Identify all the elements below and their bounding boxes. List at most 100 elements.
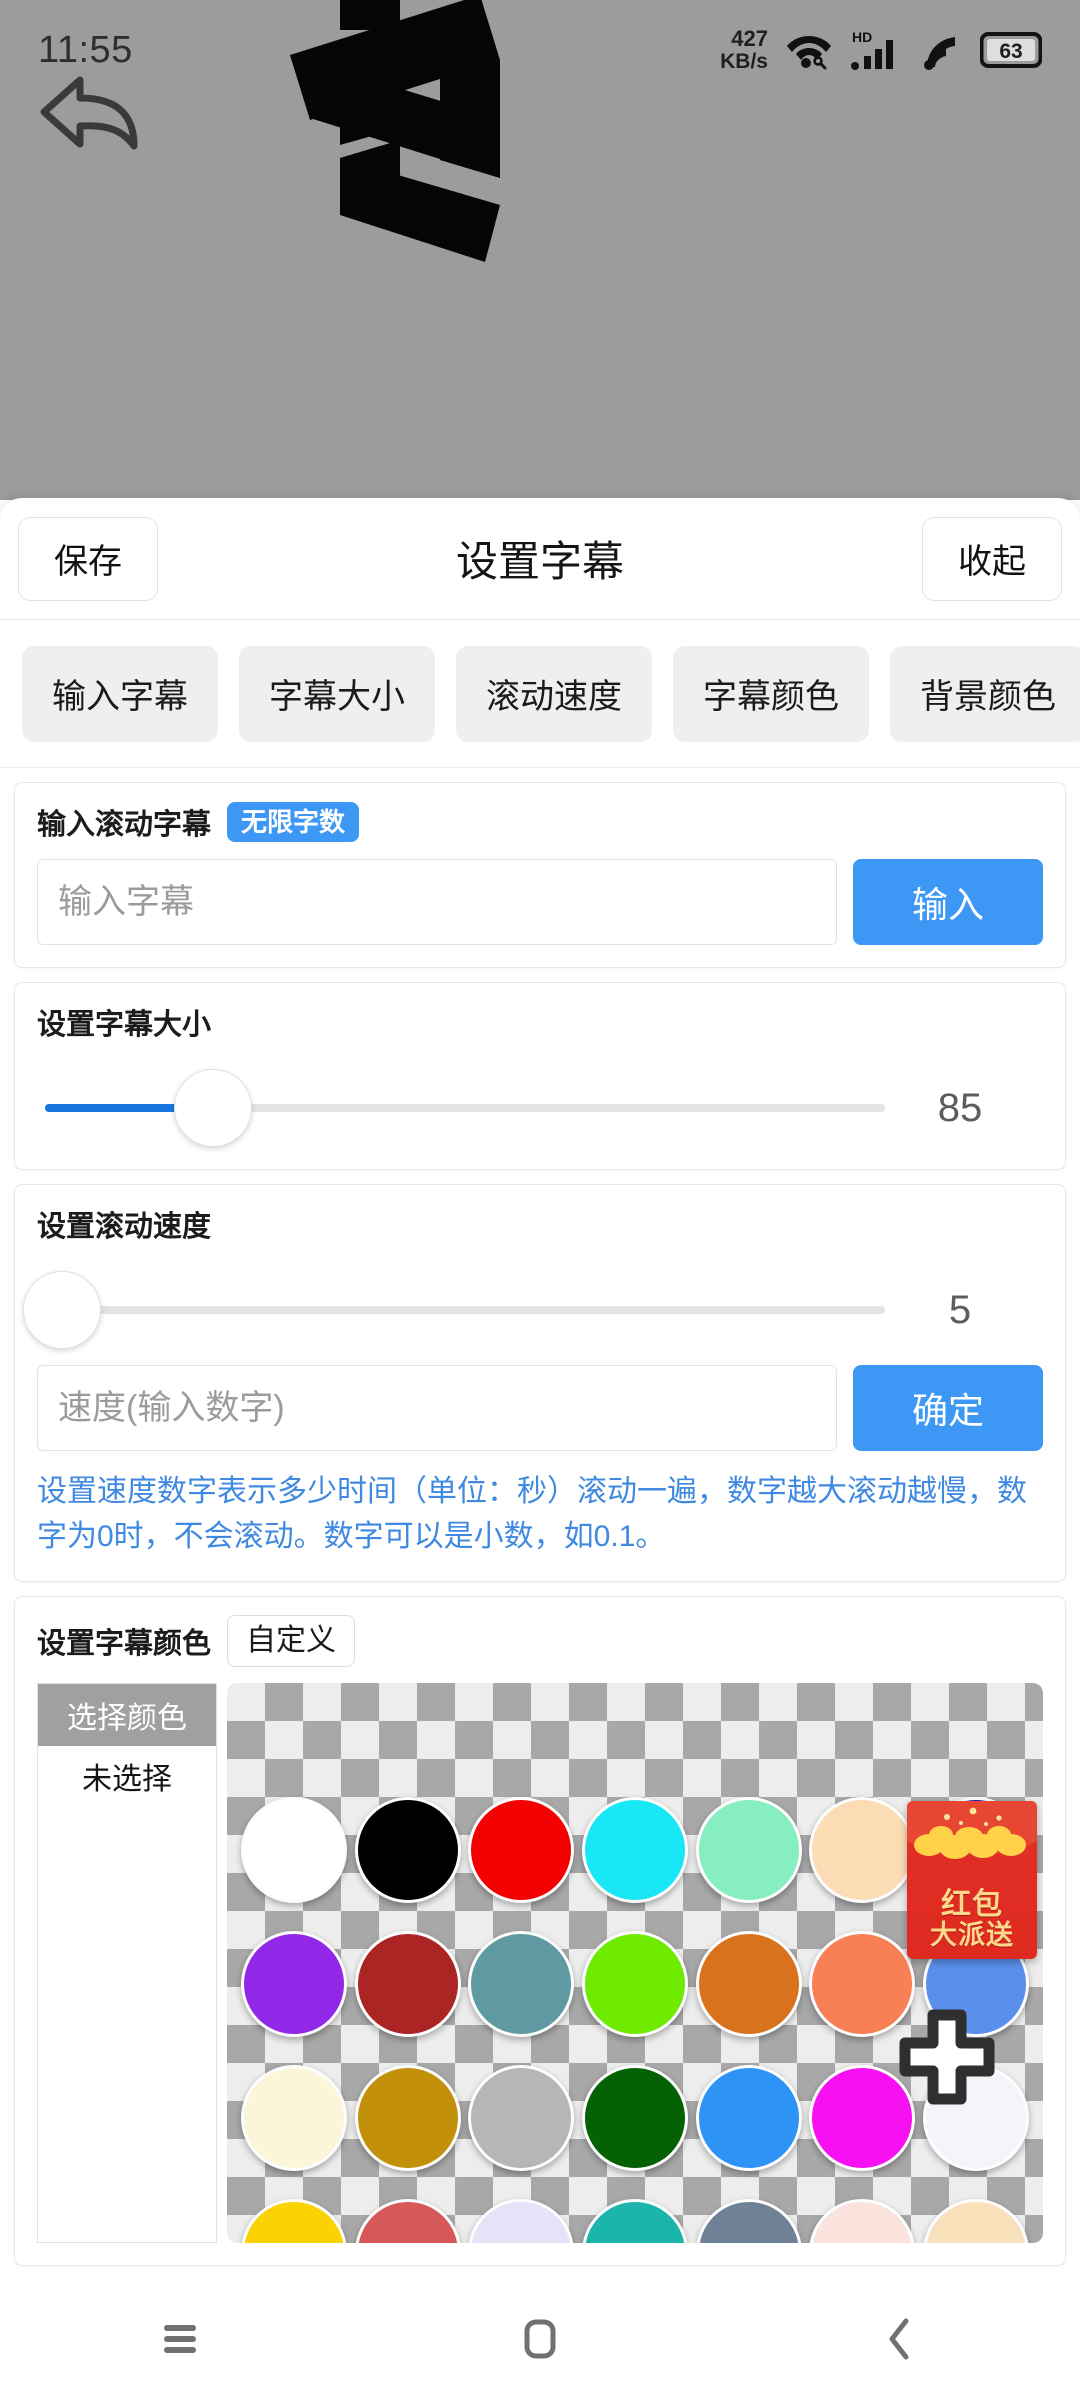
network-speed-unit: KB/s (720, 49, 768, 73)
selected-color-value[interactable]: 未选择 (38, 1746, 216, 1806)
color-swatch-cell[interactable] (237, 2055, 351, 2181)
color-swatch-cell[interactable] (578, 2189, 692, 2243)
color-picker: 选择颜色 未选择 红包 大派送 (37, 1683, 1043, 2243)
scroll-speed-thumb[interactable] (22, 1271, 101, 1349)
color-swatch-cell[interactable] (578, 1921, 692, 2047)
color-swatch-cell[interactable] (351, 1921, 465, 2047)
menu-icon (164, 2325, 196, 2353)
color-swatch-cell[interactable] (692, 2189, 806, 2243)
subtitle-size-slider-row: 85 (37, 1069, 1043, 1147)
color-swatch-cell[interactable] (237, 1787, 351, 1913)
color-swatch-cell[interactable] (919, 2189, 1033, 2243)
color-swatch-cadet-blue[interactable] (468, 1931, 575, 2037)
color-swatch-cell[interactable] (806, 1787, 920, 1913)
wifi-icon (787, 36, 831, 70)
color-swatch-ivory[interactable] (240, 2065, 347, 2171)
color-swatch-cell[interactable] (692, 1921, 806, 2047)
color-swatch-red[interactable] (468, 1797, 575, 1903)
color-swatch-cyan[interactable] (581, 1797, 688, 1903)
color-swatch-dark-green[interactable] (581, 2065, 688, 2171)
input-subtitle-label: 输入滚动字幕 (37, 809, 212, 841)
color-swatch-indian-red[interactable] (354, 2199, 461, 2243)
color-swatch-cell[interactable] (464, 1787, 578, 1913)
battery-level-text: 63 (999, 40, 1022, 63)
tab-subtitle-size[interactable]: 字幕大小 (239, 645, 435, 742)
color-swatch-cell[interactable] (237, 2189, 351, 2243)
color-swatch-dodger-blue[interactable] (695, 2065, 802, 2171)
cellular-signal-icon: HD (851, 29, 893, 70)
color-swatch-cell[interactable] (351, 1787, 465, 1913)
nav-back-button[interactable] (810, 2278, 990, 2400)
color-swatch-light-sea-green[interactable] (581, 2199, 688, 2243)
color-swatch-cell[interactable] (806, 2189, 920, 2243)
phone-screen: 11:55 427 KB/s HD 63 保存 设置字幕 收起 输入字幕 字幕大… (0, 0, 1080, 2400)
subtitle-color-card: 设置字幕颜色 自定义 选择颜色 未选择 红包 大派送 (14, 1596, 1066, 2266)
save-button[interactable]: 保存 (18, 516, 158, 601)
status-icons: 427 KB/s HD 63 (720, 26, 1042, 73)
scroll-speed-slider-row: 5 (22, 1271, 1043, 1349)
color-swatch-cell[interactable] (351, 2189, 465, 2243)
collapse-button[interactable]: 收起 (922, 516, 1062, 601)
color-swatch-white[interactable] (240, 1797, 347, 1903)
settings-sheet: 保存 设置字幕 收起 输入字幕 字幕大小 滚动速度 字幕颜色 背景颜色 输入滚动… (0, 498, 1080, 2278)
unlimited-chars-badge: 无限字数 (227, 802, 360, 842)
color-swatch-area[interactable]: 红包 大派送 (227, 1683, 1043, 2243)
nav-menu-button[interactable] (90, 2278, 270, 2400)
submit-subtitle-button[interactable]: 输入 (853, 859, 1043, 945)
color-swatch-cell[interactable] (578, 2055, 692, 2181)
subtitle-color-header: 设置字幕颜色 自定义 (37, 1615, 1043, 1667)
color-swatch-chartreuse[interactable] (581, 1931, 688, 2037)
color-swatch-cell[interactable] (464, 2055, 578, 2181)
cast-icon (924, 37, 955, 70)
scroll-speed-input[interactable] (37, 1365, 837, 1451)
selected-color-list[interactable]: 选择颜色 未选择 (37, 1683, 217, 2243)
color-swatch-peach-puff[interactable] (809, 1797, 916, 1903)
color-swatch-dark-goldenrod[interactable] (354, 2065, 461, 2171)
subtitle-size-thumb[interactable] (174, 1069, 252, 1147)
tab-strip[interactable]: 输入字幕 字幕大小 滚动速度 字幕颜色 背景颜色 (0, 620, 1080, 768)
tab-background-color[interactable]: 背景颜色 (890, 645, 1080, 742)
color-swatch-firebrick[interactable] (354, 1931, 461, 2037)
color-swatch-silver[interactable] (468, 2065, 575, 2171)
red-packet-line1: 红包 (941, 1888, 1003, 1922)
color-swatch-purple[interactable] (240, 1931, 347, 2037)
color-swatch-cell[interactable] (237, 1921, 351, 2047)
subtitle-size-slider[interactable] (45, 1069, 885, 1147)
plus-widget-icon[interactable] (895, 2005, 999, 2109)
tab-input-subtitle[interactable]: 输入字幕 (22, 645, 218, 742)
battery-icon: 63 (980, 32, 1042, 68)
settings-body: 输入滚动字幕 无限字数 输入 设置字幕大小 85 (0, 782, 1080, 2266)
color-swatch-slate-gray[interactable] (695, 2199, 802, 2243)
subtitle-size-label: 设置字幕大小 (37, 1009, 212, 1041)
subtitle-text-input[interactable] (37, 859, 837, 945)
tab-subtitle-color[interactable]: 字幕颜色 (673, 645, 869, 742)
home-icon (524, 2319, 556, 2359)
custom-color-button[interactable]: 自定义 (227, 1615, 356, 1667)
red-packet-ad[interactable]: 红包 大派送 (907, 1801, 1037, 1959)
color-swatch-cell[interactable] (351, 2055, 465, 2181)
scroll-speed-card: 设置滚动速度 5 确定 设置速度数字表示多少时间（单位：秒）滚动一遍，数字越大滚… (14, 1184, 1066, 1582)
color-swatch-gold[interactable] (240, 2199, 347, 2243)
network-speed-value: 427 (731, 26, 768, 52)
color-swatch-wheat[interactable] (923, 2199, 1030, 2243)
color-swatch-black[interactable] (354, 1797, 461, 1903)
color-swatch-cell[interactable] (464, 1921, 578, 2047)
back-chevron-icon (889, 2318, 909, 2360)
color-swatch-cell[interactable] (464, 2189, 578, 2243)
subtitle-size-value: 85 (937, 1085, 983, 1130)
status-bar: 11:55 427 KB/s HD 63 (0, 0, 1080, 100)
color-swatch-chocolate[interactable] (695, 1931, 802, 2037)
color-swatch-cell[interactable] (692, 1787, 806, 1913)
color-swatch-cell[interactable] (692, 2055, 806, 2181)
color-swatch-cell[interactable] (578, 1787, 692, 1913)
tab-scroll-speed[interactable]: 滚动速度 (456, 645, 652, 742)
color-swatch-aquamarine[interactable] (695, 1797, 802, 1903)
color-swatch-misty-rose[interactable] (809, 2199, 916, 2243)
nav-home-button[interactable] (450, 2278, 630, 2400)
status-clock: 11:55 (38, 28, 133, 71)
sheet-header: 保存 设置字幕 收起 (0, 498, 1080, 620)
scroll-speed-slider[interactable] (22, 1271, 885, 1349)
color-swatch-lavender[interactable] (468, 2199, 575, 2243)
confirm-speed-button[interactable]: 确定 (853, 1365, 1043, 1451)
network-speed: 427 KB/s (720, 26, 768, 73)
